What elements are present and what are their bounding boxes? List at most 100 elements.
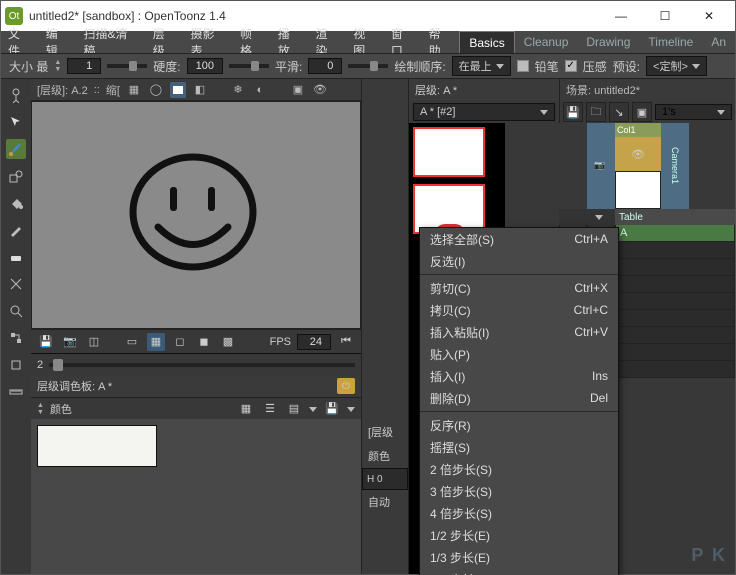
palette-power-icon[interactable]: ⏻ <box>337 378 355 394</box>
size-down[interactable]: ▼ <box>54 66 61 73</box>
ctx-insert[interactable]: 插入(I)Ins <box>420 365 618 387</box>
menu-scan[interactable]: 扫描&清稿 <box>76 31 145 53</box>
scene-sub-icon[interactable]: ↘ <box>609 102 629 122</box>
cell-r5[interactable] <box>615 293 735 310</box>
ctx-select-all[interactable]: 选择全部(S)Ctrl+A <box>420 228 618 250</box>
pal-up[interactable]: ▲ <box>37 402 44 409</box>
swatch-color0[interactable] <box>37 425 157 467</box>
zoom-tool-icon[interactable] <box>6 301 26 321</box>
viewer-camstand-icon[interactable] <box>170 82 186 98</box>
plastic-tool-icon[interactable] <box>6 355 26 375</box>
ruler-tool-icon[interactable] <box>6 382 26 402</box>
ctx-step3[interactable]: 3 倍步长(S) <box>420 480 618 502</box>
room-tab-cleanup[interactable]: Cleanup <box>515 35 578 49</box>
pal-size-dd[interactable] <box>309 403 317 415</box>
pal-large-icon[interactable]: ▤ <box>285 400 303 418</box>
thumb-frame-1[interactable] <box>413 127 485 177</box>
pal-menu-dd[interactable] <box>347 403 355 415</box>
cell-r7[interactable] <box>615 327 735 344</box>
maximize-button[interactable]: ☐ <box>643 2 687 30</box>
geometry-tool-icon[interactable] <box>6 166 26 186</box>
save-icon[interactable]: 💾 <box>37 333 55 351</box>
fps-field[interactable]: 24 <box>297 334 331 350</box>
ctx-each2[interactable]: 1/2 步长(E) <box>420 524 618 546</box>
hardness-field[interactable]: 100 <box>187 58 223 74</box>
preset-dropdown[interactable]: <定制> <box>646 56 707 76</box>
room-tab-timeline[interactable]: Timeline <box>639 35 702 49</box>
menu-render[interactable]: 渲染 <box>308 31 346 53</box>
cell-r3[interactable] <box>615 259 735 276</box>
ctx-copy[interactable]: 拷贝(C)Ctrl+C <box>420 299 618 321</box>
step-dropdown[interactable]: 1's <box>655 104 732 120</box>
ctx-cut[interactable]: 剪切(C)Ctrl+X <box>420 277 618 299</box>
paintbrush-tool-icon[interactable] <box>6 220 26 240</box>
brush-tool-icon[interactable] <box>6 139 26 159</box>
compare-icon[interactable]: ◫ <box>85 333 103 351</box>
cell-r8[interactable] <box>615 344 735 361</box>
pal-down[interactable]: ▼ <box>37 409 44 416</box>
h-value-box[interactable]: H 0 <box>362 468 408 490</box>
pal-grid-icon[interactable]: ▦ <box>237 400 255 418</box>
cell-r6[interactable] <box>615 310 735 327</box>
menu-edit[interactable]: 编辑 <box>39 31 77 53</box>
pal-save-icon[interactable]: 💾 <box>323 400 341 418</box>
table-label[interactable]: Table <box>615 209 735 225</box>
ctx-each3[interactable]: 1/3 步长(E) <box>420 546 618 568</box>
ctx-paste-insert[interactable]: 插入粘贴(I)Ctrl+V <box>420 321 618 343</box>
type-tool-icon[interactable] <box>6 274 26 294</box>
size-field[interactable]: 1 <box>67 58 101 74</box>
viewer-sub-preview-icon[interactable]: ▣ <box>290 82 306 98</box>
ctx-paste[interactable]: 贴入(P) <box>420 343 618 365</box>
ctx-swing[interactable]: 摇摆(S) <box>420 436 618 458</box>
room-tab-drawing[interactable]: Drawing <box>577 35 639 49</box>
bg-white-icon[interactable]: ◻ <box>171 333 189 351</box>
menu-level[interactable]: 层级 <box>146 31 184 53</box>
cell-r2[interactable] <box>615 242 735 259</box>
define-preview-icon[interactable]: ▭ <box>123 333 141 351</box>
ctx-reverse[interactable]: 反序(R) <box>420 414 618 436</box>
sub-camera-icon[interactable]: ▦ <box>147 333 165 351</box>
smooth-field[interactable]: 0 <box>308 58 342 74</box>
menu-window[interactable]: 窗口 <box>384 31 422 53</box>
minimize-button[interactable]: — <box>599 2 643 30</box>
viewer-3d-icon[interactable]: ◧ <box>192 82 208 98</box>
draworder-dropdown[interactable]: 在最上 <box>452 56 511 76</box>
room-tab-more[interactable]: An <box>702 35 735 49</box>
cp-editor-tool-icon[interactable] <box>6 328 26 348</box>
eraser-tool-icon[interactable] <box>6 247 26 267</box>
menu-play[interactable]: 播放 <box>271 31 309 53</box>
bg-black-icon[interactable]: ◼ <box>195 333 213 351</box>
level-dropdown[interactable]: A * [#2] <box>413 103 555 121</box>
scene-collapse-icon[interactable]: ▣ <box>632 102 652 122</box>
ctx-each4[interactable]: 1/4 步长(E) <box>420 568 618 575</box>
col1-preview[interactable] <box>615 171 661 209</box>
menu-view[interactable]: 视图 <box>346 31 384 53</box>
cell-r4[interactable] <box>615 276 735 293</box>
tab-level-label[interactable]: [层级 <box>362 420 408 444</box>
scene-open-icon[interactable]: 🗀 <box>586 102 606 122</box>
scene-save-icon[interactable]: 💾 <box>563 102 583 122</box>
ctx-invert-selection[interactable]: 反选(I) <box>420 250 618 272</box>
size-up[interactable]: ▲ <box>54 59 61 66</box>
viewer-preview-icon[interactable]: ◐ <box>252 82 268 98</box>
goto-start-icon[interactable]: ⏮ <box>337 333 355 351</box>
animate-tool-icon[interactable] <box>6 85 26 105</box>
fill-tool-icon[interactable] <box>6 193 26 213</box>
canvas-viewport[interactable] <box>31 101 361 329</box>
viewer-hist-icon[interactable]: ▦ <box>126 82 142 98</box>
col1-header[interactable]: Col1 👁 <box>615 123 661 171</box>
pencil-checkbox[interactable] <box>517 60 529 72</box>
viewer-reset-icon[interactable]: ◯ <box>148 82 164 98</box>
pressure-checkbox[interactable] <box>565 60 577 72</box>
selection-tool-icon[interactable] <box>6 112 26 132</box>
pal-list-icon[interactable]: ☰ <box>261 400 279 418</box>
viewer-eye-icon[interactable]: 👁 <box>312 82 328 98</box>
menu-cells[interactable]: 帧格 <box>233 31 271 53</box>
cell-r9[interactable] <box>615 361 735 378</box>
camera-column-icon[interactable]: 📷 <box>587 123 615 209</box>
viewer-freeze-icon[interactable]: ❄ <box>230 82 246 98</box>
menu-file[interactable]: 文件 <box>1 31 39 53</box>
room-tab-basics[interactable]: Basics <box>459 31 514 53</box>
hardness-slider[interactable] <box>229 64 269 68</box>
frame-slider[interactable] <box>49 363 355 367</box>
